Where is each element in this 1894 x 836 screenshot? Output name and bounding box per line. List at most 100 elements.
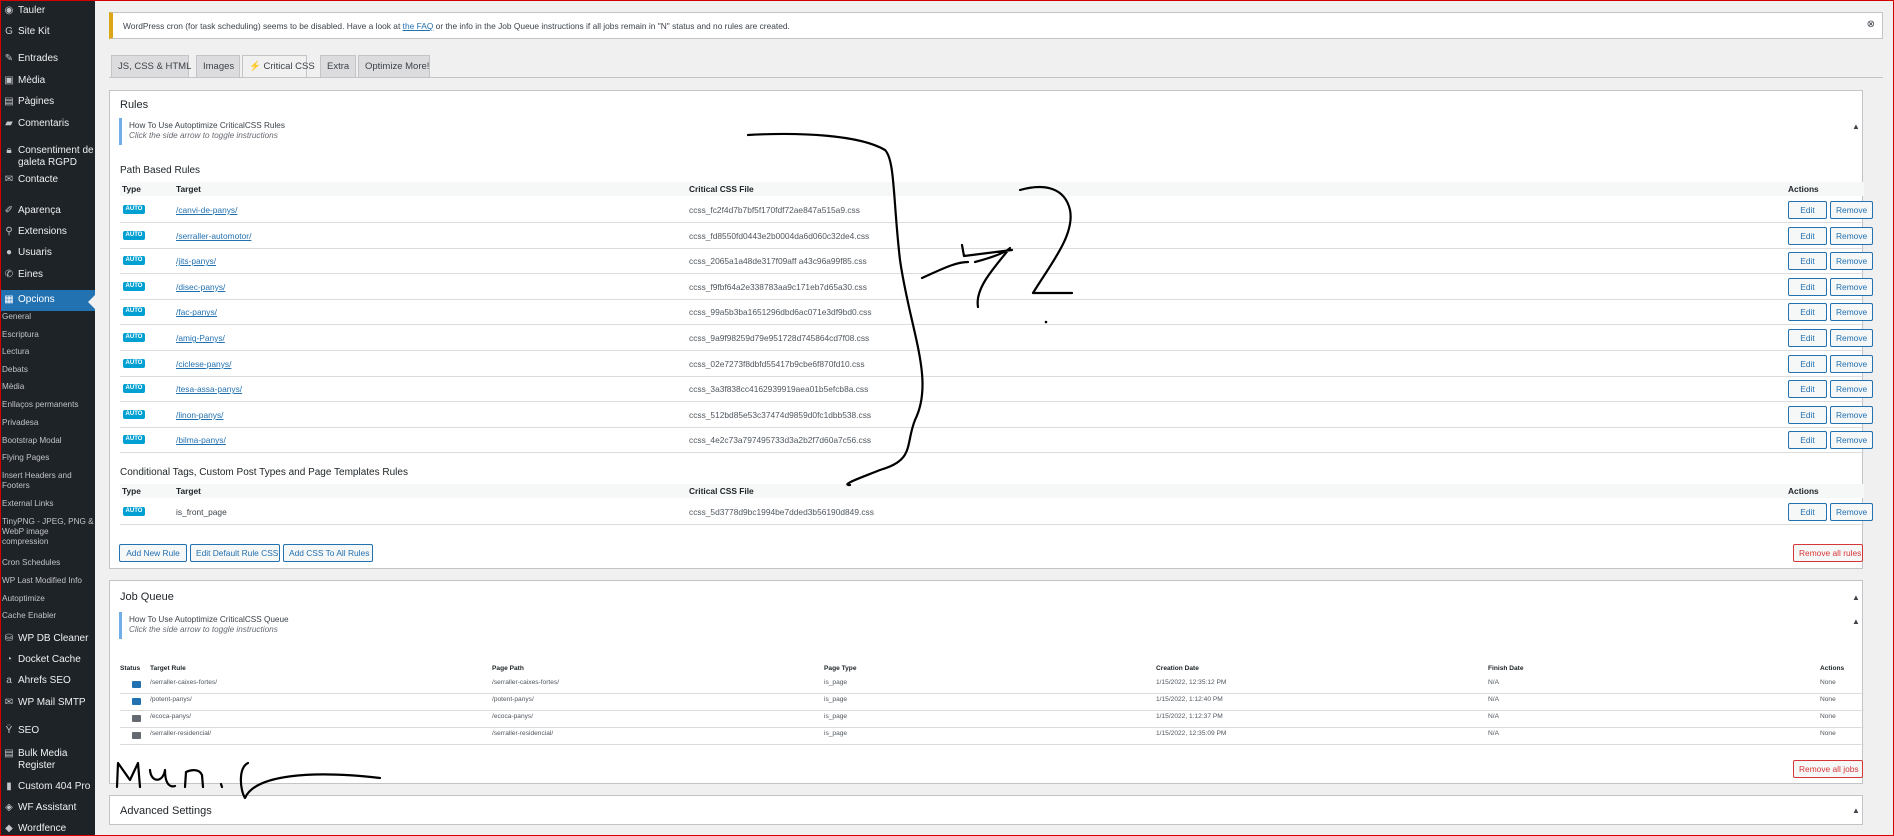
sidebar-item-11[interactable]: ✆ Eines <box>0 269 95 281</box>
edit-default-rule-button[interactable]: Edit Default Rule CSS <box>190 544 280 562</box>
sidebar-item-10[interactable]: ● Usuaris <box>0 247 95 259</box>
remove-all-rules-button[interactable]: Remove all rules <box>1793 544 1863 562</box>
submenu-item-0[interactable]: General <box>2 312 94 322</box>
queue-howto[interactable]: How To Use Autoptimize CriticalCSS Queue… <box>119 612 1852 639</box>
close-icon[interactable]: ⊗ <box>1867 19 1875 30</box>
sidebar-plugin-item-1[interactable]: ◔ Docket Cache <box>0 654 95 666</box>
remove-rule-button[interactable]: Remove <box>1830 431 1873 450</box>
edit-rule-button[interactable]: Edit <box>1788 329 1827 347</box>
tab-optimize-more[interactable]: Optimize More! <box>358 55 430 77</box>
remove-rule-button[interactable]: Remove <box>1830 354 1873 373</box>
rule-target[interactable]: /jits-panys/ <box>176 256 216 266</box>
add-css-all-rules-button[interactable]: Add CSS To All Rules <box>283 544 373 562</box>
rule-target[interactable]: /amig-Panys/ <box>176 333 225 343</box>
sidebar-item-9[interactable]: ⚲ Extensions <box>0 226 95 238</box>
sidebar-item-label: Usuaris <box>18 247 52 258</box>
job-row: /serraller-caixes-fortes/ /serraller-caix… <box>120 677 1864 694</box>
toggle-caret-icon[interactable]: ▲ <box>1852 593 1860 602</box>
rule-target[interactable]: /linon-panys/ <box>176 410 224 420</box>
sidebar-item-0[interactable]: ◉ Tauler <box>0 5 95 17</box>
rules-howto[interactable]: How To Use Autoptimize CriticalCSS Rules… <box>119 118 1852 145</box>
admin-sidebar: ◉ Tauler G Site Kit ✎ Entrades ▣ Mèdia ▤ Pàgines ▰… <box>0 0 95 836</box>
sidebar-item-3[interactable]: ▣ Mèdia <box>0 75 95 87</box>
sidebar-plugin-item-0[interactable]: ⛁ WP DB Cleaner <box>0 633 95 645</box>
rule-row: AUTO/linon-panys/ccss_512bd85e53c37474d9… <box>120 402 1873 428</box>
tab-critical-css[interactable]: ⚡ Critical CSS <box>242 55 315 78</box>
submenu-item-15[interactable]: Cache Enabler <box>2 611 94 621</box>
remove-rule-button[interactable]: Remove <box>1830 201 1873 219</box>
sidebar-item-5[interactable]: ▰ Comentaris <box>0 118 95 130</box>
sidebar-item-1[interactable]: G Site Kit <box>0 26 95 38</box>
edit-rule-button[interactable]: Edit <box>1788 201 1827 219</box>
remove-rule-button[interactable]: Remove <box>1830 405 1873 424</box>
submenu-item-1[interactable]: Escriptura <box>2 330 94 340</box>
remove-rule-button[interactable]: Remove <box>1830 252 1873 271</box>
rule-css-file: ccss_9a9f98259d79e951728d745864cd7f08.cs… <box>689 333 870 343</box>
sidebar-item-2[interactable]: ✎ Entrades <box>0 53 95 65</box>
edit-rule-button[interactable]: Edit <box>1788 226 1827 245</box>
submenu-item-8[interactable]: Flying Pages <box>2 453 94 463</box>
submenu-item-12[interactable]: Cron Schedules <box>2 558 94 568</box>
col-file: Critical CSS File <box>689 184 754 194</box>
rule-target[interactable]: /fac-panys/ <box>176 307 217 317</box>
edit-rule-button[interactable]: Edit <box>1788 405 1827 424</box>
edit-rule-button[interactable]: Edit <box>1788 431 1827 450</box>
rule-target[interactable]: /serraller-automotor/ <box>176 231 251 241</box>
notice-text: WordPress cron (for task scheduling) see… <box>123 21 403 31</box>
toggle-caret-icon[interactable]: ▲ <box>1852 617 1860 626</box>
tab-extra[interactable]: Extra <box>320 55 356 77</box>
toggle-caret-icon[interactable]: ▲ <box>1852 806 1860 815</box>
rule-row: AUTO/bilma-panys/ccss_4e2c73a797495733d3… <box>120 427 1873 454</box>
submenu-item-5[interactable]: Enllaços permanents <box>2 400 94 410</box>
rule-target[interactable]: /bilma-panys/ <box>176 435 226 445</box>
remove-rule-button[interactable]: Remove <box>1830 303 1873 322</box>
edit-rule-button[interactable]: Edit <box>1788 354 1827 373</box>
edit-rule-button[interactable]: Edit <box>1788 303 1827 322</box>
submenu-item-14[interactable]: Autoptimize <box>2 594 94 604</box>
sidebar-plugin-item-4[interactable]: Ÿ SEO <box>0 725 95 737</box>
remove-rule-button[interactable]: Remove <box>1830 380 1873 399</box>
remove-rule-button[interactable]: Remove <box>1830 277 1873 296</box>
faq-link[interactable]: the FAQ <box>403 21 434 31</box>
remove-rule-button[interactable]: Remove <box>1830 329 1873 347</box>
rule-target[interactable]: /ciclese-panys/ <box>176 359 231 369</box>
sidebar-item-4[interactable]: ▤ Pàgines <box>0 96 95 108</box>
rule-target[interactable]: /tesa-assa-panys/ <box>176 384 242 394</box>
submenu-item-7[interactable]: Bootstrap Modal <box>2 436 94 446</box>
rule-target[interactable]: /canvi-de-panys/ <box>176 205 237 215</box>
submenu-item-10[interactable]: External Links <box>2 499 94 509</box>
sidebar-plugin-item-5[interactable]: ▤ Bulk Media Register <box>0 748 95 772</box>
tab-js-css-html[interactable]: JS, CSS & HTML <box>111 55 191 77</box>
rule-target[interactable]: /disec-panys/ <box>176 282 225 292</box>
edit-rule-button[interactable]: Edit <box>1788 380 1827 399</box>
advanced-settings-panel[interactable]: Advanced Settings ▲ <box>109 795 1863 825</box>
remove-rule-button[interactable]: Remove <box>1830 503 1873 521</box>
submenu-item-2[interactable]: Lectura <box>2 347 94 357</box>
col-page-type: Page Type <box>824 665 857 672</box>
sidebar-item-12[interactable]: ▦ Opcions <box>0 290 95 311</box>
sidebar-plugin-item-2[interactable]: a Ahrefs SEO <box>0 675 95 687</box>
submenu-item-6[interactable]: Privadesa <box>2 418 94 428</box>
submenu-item-13[interactable]: WP Last Modified Info <box>2 576 94 586</box>
col-type: Type <box>122 184 141 194</box>
sidebar-item-6[interactable]: 🔒︎ Consentiment de galeta RGPD <box>0 145 95 169</box>
sidebar-item-8[interactable]: ✐ Aparença <box>0 205 95 217</box>
submenu-item-4[interactable]: Mèdia <box>2 382 94 392</box>
tab-images[interactable]: Images <box>196 55 240 77</box>
add-new-rule-button[interactable]: Add New Rule <box>119 544 187 562</box>
remove-rule-button[interactable]: Remove <box>1830 226 1873 245</box>
submenu-item-3[interactable]: Debats <box>2 365 94 375</box>
edit-rule-button[interactable]: Edit <box>1788 503 1827 521</box>
submenu-item-11[interactable]: TinyPNG - JPEG, PNG & WebP image compres… <box>2 517 94 547</box>
sidebar-plugin-item-6[interactable]: ▮ Custom 404 Pro <box>0 781 95 793</box>
sidebar-plugin-item-8[interactable]: ◆ Wordfence <box>0 823 95 835</box>
smtp-icon: ✉ <box>4 697 14 708</box>
submenu-item-9[interactable]: Insert Headers and Footers <box>2 471 94 491</box>
sidebar-plugin-item-7[interactable]: ◈ WF Assistant <box>0 802 95 814</box>
sidebar-plugin-item-3[interactable]: ✉ WP Mail SMTP <box>0 697 95 709</box>
remove-all-jobs-button[interactable]: Remove all jobs <box>1793 760 1863 778</box>
toggle-caret-icon[interactable]: ▲ <box>1852 122 1860 131</box>
edit-rule-button[interactable]: Edit <box>1788 277 1827 296</box>
sidebar-item-7[interactable]: ✉ Contacte <box>0 174 95 186</box>
edit-rule-button[interactable]: Edit <box>1788 252 1827 271</box>
